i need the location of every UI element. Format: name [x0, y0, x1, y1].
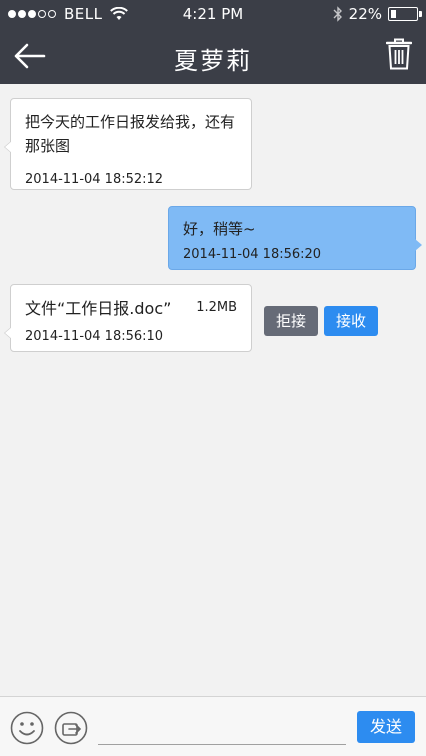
battery-level: [391, 10, 396, 18]
share-icon[interactable]: [54, 711, 88, 745]
message-time: 2014-11-04 18:56:10: [25, 329, 164, 344]
bluetooth-icon: [333, 6, 342, 22]
send-button[interactable]: 发送: [357, 711, 415, 743]
status-bar: BELL 4:21 PM 22%: [0, 0, 426, 28]
reject-file-button[interactable]: 拒接: [264, 306, 318, 336]
battery-icon: [388, 7, 422, 21]
message-text: 好，稍等~: [183, 220, 256, 238]
accept-file-button[interactable]: 接收: [324, 306, 378, 336]
file-size: 1.2MB: [196, 299, 237, 315]
battery-percent: 22%: [348, 5, 382, 23]
status-right: 22%: [333, 5, 422, 23]
chat-area[interactable]: 把今天的工作日报发给我，还有那张图 2014-11-04 18:52:12 好，…: [0, 84, 426, 696]
file-name: 文件“工作日报.doc”: [25, 299, 172, 318]
message-time: 2014-11-04 18:52:12: [25, 172, 164, 187]
message-input[interactable]: [98, 713, 346, 745]
page-title: 夏萝莉: [174, 47, 252, 75]
input-bar: 发送: [0, 696, 426, 756]
file-info: 文件“工作日报.doc” 1.2MB: [25, 295, 237, 319]
message-bubble-incoming[interactable]: 把今天的工作日报发给我，还有那张图 2014-11-04 18:52:12: [4, 98, 252, 190]
emoji-icon[interactable]: [10, 711, 44, 745]
nav-bar: 夏萝莉: [0, 28, 426, 84]
message-bubble-outgoing[interactable]: 好，稍等~ 2014-11-04 18:56:20: [168, 206, 422, 270]
file-message-bubble[interactable]: 文件“工作日报.doc” 1.2MB 2014-11-04 18:56:10: [4, 284, 252, 352]
trash-icon[interactable]: [386, 38, 412, 70]
message-time: 2014-11-04 18:56:20: [183, 247, 322, 262]
message-text: 把今天的工作日报发给我，还有那张图: [25, 113, 236, 155]
